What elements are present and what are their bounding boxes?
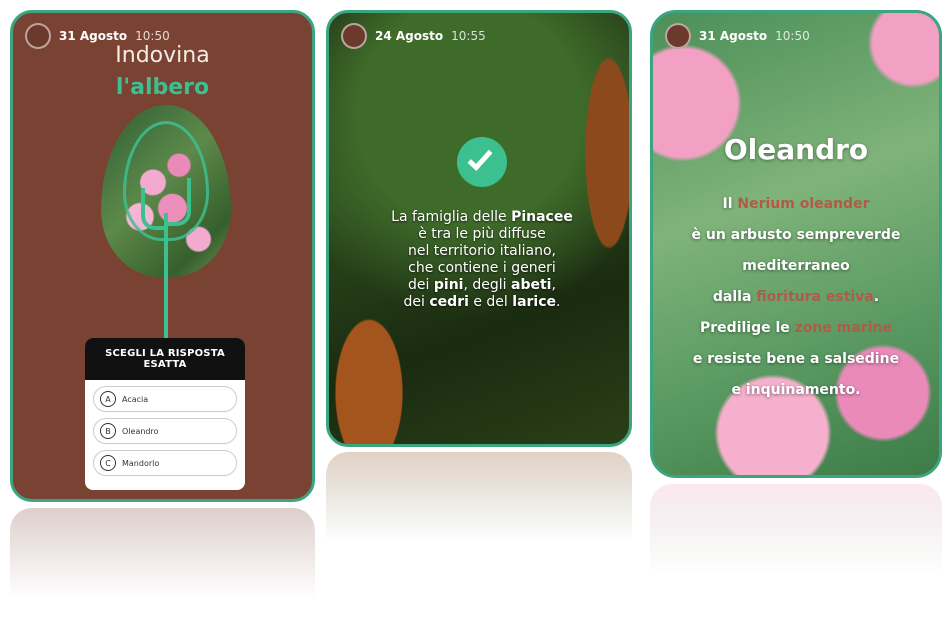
quiz-option-b[interactable]: B Oleandro <box>93 418 237 444</box>
text-fragment: . <box>556 294 561 310</box>
text-highlight: zone marine <box>794 320 892 336</box>
quiz-title-line1: Indovina <box>115 43 210 68</box>
story-header: 31 Agosto 10:50 <box>665 23 810 49</box>
story-date: 31 Agosto <box>59 29 128 43</box>
tree-branch-left-icon <box>141 188 167 230</box>
tree-branch-right-icon <box>167 178 191 226</box>
option-label: Acacia <box>122 394 149 404</box>
text-bold: abeti <box>511 277 552 293</box>
text-fragment: è un arbusto sempreverde <box>691 227 901 243</box>
quiz-header: SCEGLI LA RISPOSTA ESATTA <box>85 338 245 380</box>
brand-avatar-icon[interactable] <box>341 23 367 49</box>
text-fragment: dei <box>403 294 430 310</box>
text-fragment: , <box>551 277 556 293</box>
card2-reflection <box>326 452 632 572</box>
text-bold: cedri <box>429 294 469 310</box>
story-header: 24 Agosto 10:55 <box>341 23 486 49</box>
story-date: 24 Agosto <box>375 29 444 43</box>
text-highlight: fioritura estiva <box>756 289 874 305</box>
text-fragment: . <box>873 289 880 305</box>
text-fragment: e resiste bene a salsedine <box>692 351 900 367</box>
text-fragment: La famiglia delle <box>391 209 512 225</box>
text-fragment: nel territorio italiano, <box>407 243 556 259</box>
story-time: 10:55 <box>451 29 486 43</box>
text-fragment: Predilige le <box>700 320 795 336</box>
story-time: 10:50 <box>775 29 810 43</box>
text-fragment: che contiene i generi <box>408 260 556 276</box>
option-label: Oleandro <box>122 426 159 436</box>
quiz-panel: SCEGLI LA RISPOSTA ESATTA A Acacia B Ole… <box>85 338 245 490</box>
option-letter: C <box>100 455 116 471</box>
quiz-title-line2: l'albero <box>115 75 210 100</box>
text-bold: pini <box>433 277 464 293</box>
option-letter: B <box>100 423 116 439</box>
story-card-pinacee[interactable]: 24 Agosto 10:55 La famiglia delle Pinace… <box>326 10 632 447</box>
card3-reflection <box>650 484 942 604</box>
text-fragment: dei <box>408 277 434 293</box>
option-letter: A <box>100 391 116 407</box>
option-label: Mandorlo <box>122 458 160 468</box>
text-fragment: dalla <box>712 289 757 305</box>
story-card-quiz[interactable]: 31 Agosto 10:50 Indovina l'albero SCEGLI… <box>10 10 315 502</box>
text-bold: larice <box>512 294 557 310</box>
text-fragment: mediterraneo <box>742 258 850 274</box>
text-fragment: , degli <box>463 277 512 293</box>
story-text: Il Nerium oleander è un arbusto sempreve… <box>653 189 939 406</box>
story-card-oleandro[interactable]: 31 Agosto 10:50 Oleandro Il Nerium olean… <box>650 10 942 478</box>
text-highlight: Nerium oleander <box>737 196 870 212</box>
story-date: 31 Agosto <box>699 29 768 43</box>
story-time: 10:50 <box>135 29 170 43</box>
text-fragment: e del <box>468 294 513 310</box>
brand-avatar-icon[interactable] <box>665 23 691 49</box>
card1-reflection <box>10 508 315 628</box>
text-bold: Pinacee <box>511 209 573 225</box>
quiz-option-a[interactable]: A Acacia <box>93 386 237 412</box>
story-title: Oleandro <box>723 133 869 166</box>
tree-trunk-icon <box>164 213 168 339</box>
checkmark-icon <box>457 137 507 187</box>
text-fragment: e inquinamento. <box>731 382 861 398</box>
text-fragment: Il <box>722 196 738 212</box>
text-fragment: è tra le più diffuse <box>418 226 546 242</box>
story-text: La famiglia delle Pinacee è tra le più d… <box>351 209 613 311</box>
quiz-option-c[interactable]: C Mandorlo <box>93 450 237 476</box>
